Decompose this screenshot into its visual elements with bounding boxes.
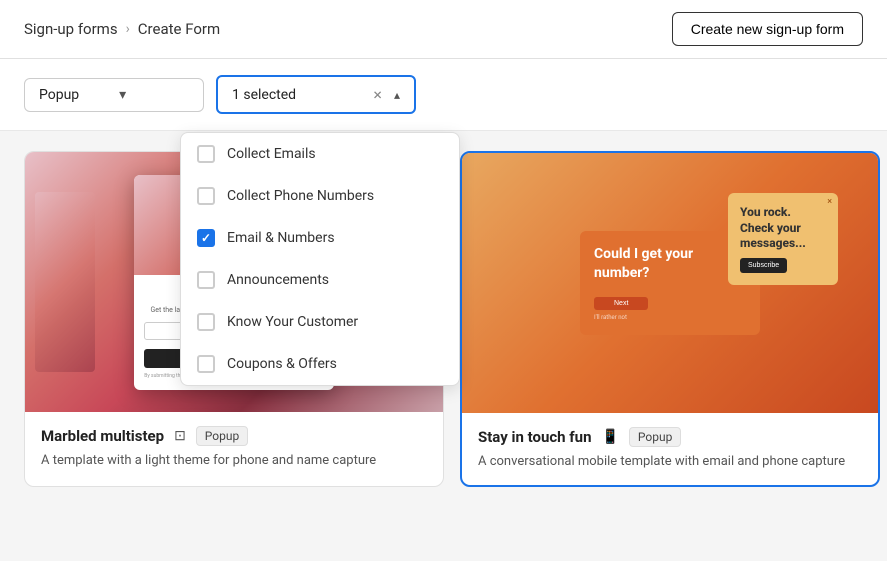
menu-item-announcements[interactable]: Announcements <box>181 259 459 301</box>
filter-dropdown[interactable]: 1 selected × ▴ <box>216 75 416 114</box>
type-dropdown-value: Popup <box>39 87 79 103</box>
checkbox-coupons-offers[interactable] <box>197 355 215 373</box>
filter-menu: Collect Emails Collect Phone Numbers Ema… <box>180 132 460 386</box>
card-title-row: Marbled multistep ⊡ Popup <box>41 426 427 446</box>
menu-item-collect-phone[interactable]: Collect Phone Numbers <box>181 175 459 217</box>
breadcrumb-separator: › <box>126 21 130 37</box>
checkbox-announcements[interactable] <box>197 271 215 289</box>
orange-no-thanks: I'll rather not <box>594 314 746 321</box>
menu-label-know-customer: Know Your Customer <box>227 314 358 330</box>
breadcrumb: Sign-up forms › Create Form <box>24 20 220 38</box>
menu-item-coupons-offers[interactable]: Coupons & Offers <box>181 343 459 385</box>
breadcrumb-createform: Create Form <box>138 20 220 38</box>
orange-next-button: Next <box>594 297 648 310</box>
desktop-icon: ⊡ <box>174 428 186 444</box>
card-description-orange: A conversational mobile template with em… <box>478 453 862 471</box>
card-stay-in-touch[interactable]: × Could I get your number? Next I'll rat… <box>460 151 880 487</box>
menu-item-collect-emails[interactable]: Collect Emails <box>181 133 459 175</box>
checkbox-collect-phone[interactable] <box>197 187 215 205</box>
card-title-row-orange: Stay in touch fun 📱 Popup <box>478 427 862 447</box>
side-panel-left <box>35 192 95 372</box>
filter-clear-icon[interactable]: × <box>369 85 386 104</box>
card-description-marbled: A template with a light theme for phone … <box>41 452 427 470</box>
card-info-orange: Stay in touch fun 📱 Popup A conversation… <box>462 413 878 485</box>
card-info-marbled: Marbled multistep ⊡ Popup A template wit… <box>25 412 443 484</box>
orange-subscribe-button: Subscribe <box>740 258 787 273</box>
card-preview-orange: × Could I get your number? Next I'll rat… <box>462 153 878 413</box>
card-badge-orange: Popup <box>629 427 681 447</box>
filter-selected-label: 1 selected <box>232 87 361 103</box>
menu-label-collect-emails: Collect Emails <box>227 146 316 162</box>
checkbox-email-numbers[interactable] <box>197 229 215 247</box>
card-badge-marbled: Popup <box>196 426 248 446</box>
orange-title: Could I get your number? <box>594 245 746 281</box>
menu-label-announcements: Announcements <box>227 272 329 288</box>
checkbox-know-customer[interactable] <box>197 313 215 331</box>
menu-item-know-customer[interactable]: Know Your Customer <box>181 301 459 343</box>
breadcrumb-signupforms[interactable]: Sign-up forms <box>24 20 118 38</box>
menu-label-coupons-offers: Coupons & Offers <box>227 356 337 372</box>
menu-label-email-numbers: Email & Numbers <box>227 230 335 246</box>
type-dropdown[interactable]: Popup ▾ <box>24 78 204 112</box>
checkbox-collect-emails[interactable] <box>197 145 215 163</box>
card-title-marbled: Marbled multistep <box>41 427 164 445</box>
filter-chevron-up-icon[interactable]: ▴ <box>394 88 400 102</box>
card-title-orange: Stay in touch fun <box>478 428 591 446</box>
mobile-icon: 📱 <box>601 429 618 445</box>
create-new-form-button[interactable]: Create new sign-up form <box>672 12 863 46</box>
orange-side-title: You rock.Check your messages... <box>740 205 826 252</box>
header: Sign-up forms › Create Form Create new s… <box>0 0 887 59</box>
menu-label-collect-phone: Collect Phone Numbers <box>227 188 374 204</box>
menu-item-email-numbers[interactable]: Email & Numbers <box>181 217 459 259</box>
type-dropdown-chevron-icon: ▾ <box>119 87 126 103</box>
orange-side-panel: × You rock.Check your messages... Subscr… <box>728 193 838 285</box>
toolbar: Popup ▾ 1 selected × ▴ Collect Emails Co… <box>0 59 887 131</box>
